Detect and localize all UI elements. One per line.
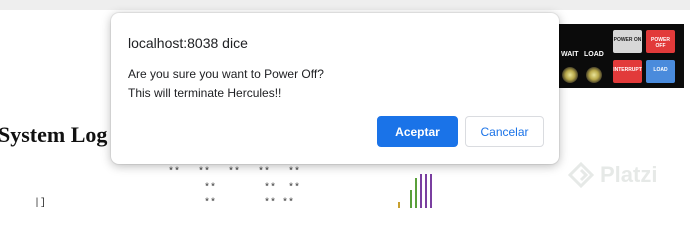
power-on-button[interactable]: POWER ON xyxy=(613,30,642,53)
wait-label: WAIT xyxy=(561,51,579,58)
dialog-message: Are you sure you want to Power Off? This… xyxy=(128,65,324,103)
dialog-message-line-1: Are you sure you want to Power Off? xyxy=(128,67,324,81)
accept-button[interactable]: Aceptar xyxy=(377,116,458,147)
dialog-message-line-2: This will terminate Hercules!! xyxy=(128,86,282,100)
load-button[interactable]: LOAD xyxy=(646,60,675,83)
ascii-row-3: ** ** ** xyxy=(204,198,295,209)
ascii-row-4: |] xyxy=(34,198,47,209)
ascii-row-2: ** ** ** xyxy=(204,183,301,194)
activity-bar xyxy=(398,202,400,208)
activity-bar xyxy=(420,174,422,208)
power-off-button[interactable]: POWER OFF xyxy=(646,30,675,53)
dialog-title: localhost:8038 dice xyxy=(128,35,248,51)
activity-bars xyxy=(396,168,440,208)
wait-lamp-icon xyxy=(562,67,578,83)
watermark-text: Platzi xyxy=(600,162,658,187)
cancel-button[interactable]: Cancelar xyxy=(465,116,544,147)
hercules-control-panel: WAIT LOAD POWER ON POWER OFF INTERRUPT L… xyxy=(556,24,684,88)
load-lamp-icon xyxy=(586,67,602,83)
load-label: LOAD xyxy=(584,51,604,58)
interrupt-button[interactable]: INTERRUPT xyxy=(613,60,642,83)
ascii-row-1: ** ** ** ** ** xyxy=(168,167,301,178)
browser-top-strip xyxy=(0,0,690,10)
page-title: System Log xyxy=(0,122,108,147)
platzi-watermark: Platzi xyxy=(568,162,657,188)
activity-bar xyxy=(410,190,412,208)
platzi-logo-icon xyxy=(568,162,594,188)
activity-bar xyxy=(415,178,417,208)
confirm-dialog: localhost:8038 dice Are you sure you wan… xyxy=(111,13,559,164)
activity-bar xyxy=(425,174,427,208)
activity-bar xyxy=(430,174,432,208)
